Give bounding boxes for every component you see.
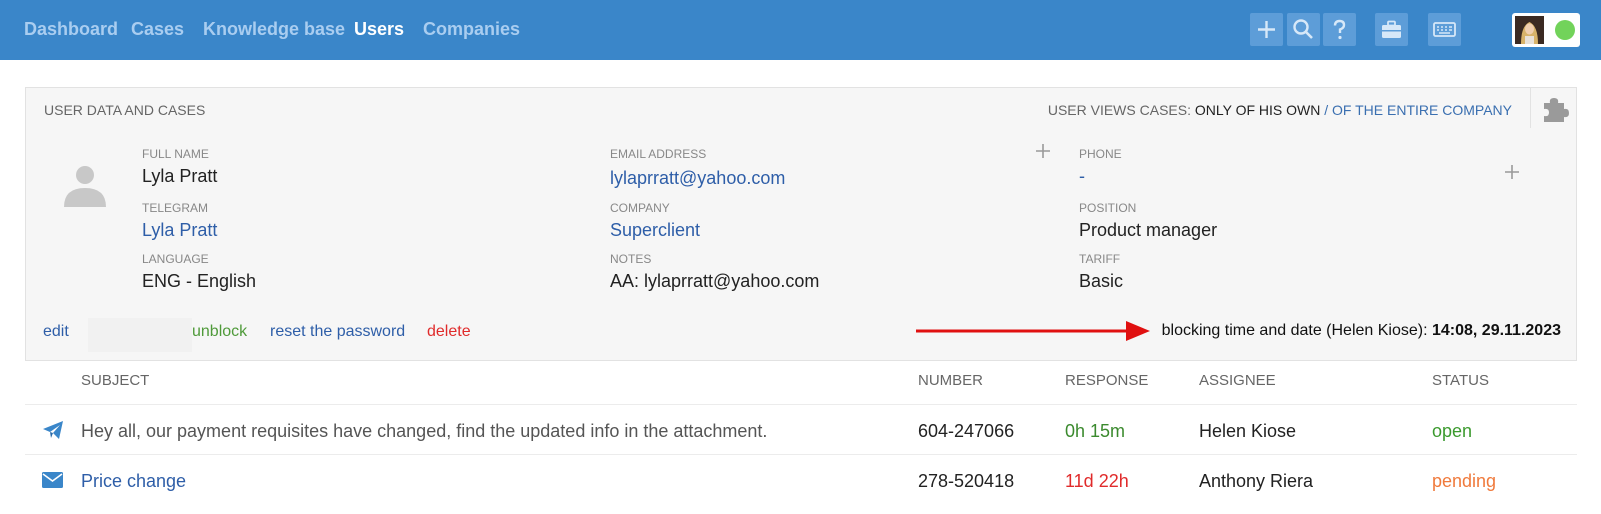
row-subject[interactable]: Price change xyxy=(81,471,186,492)
nav-knowledge-base[interactable]: Knowledge base xyxy=(203,19,345,40)
nav-cases[interactable]: Cases xyxy=(131,19,184,40)
col-header-subject[interactable]: SUBJECT xyxy=(81,372,149,389)
empty-action-slot xyxy=(88,318,192,352)
full-name-label: FULL NAME xyxy=(142,147,209,161)
views-company-option[interactable]: OF THE ENTIRE COMPANY xyxy=(1332,102,1512,118)
language-value: ENG - English xyxy=(142,271,257,291)
reset-password-link[interactable]: reset the password xyxy=(270,323,405,341)
col-header-assignee[interactable]: ASSIGNEE xyxy=(1199,372,1276,389)
phone-label: PHONE xyxy=(1079,147,1122,161)
telegram-icon xyxy=(42,420,64,445)
briefcase-button[interactable] xyxy=(1375,13,1408,46)
keyboard-button[interactable] xyxy=(1428,13,1461,46)
briefcase-icon xyxy=(1382,20,1401,38)
blocking-datetime: 14:08, 29.11.2023 xyxy=(1431,322,1561,339)
views-label: USER VIEWS CASES: xyxy=(1047,102,1191,118)
search-icon xyxy=(1293,19,1313,39)
red-arrow-annotation xyxy=(916,318,1152,349)
row-subject[interactable]: Hey all, our payment requisites have cha… xyxy=(81,421,767,442)
col-header-status[interactable]: STATUS xyxy=(1432,372,1489,389)
col-header-number[interactable]: NUMBER xyxy=(918,372,983,389)
add-button[interactable] xyxy=(1250,13,1283,46)
envelope-icon xyxy=(42,472,63,493)
blocking-info: blocking time and date (Helen Kiose): 14… xyxy=(1162,322,1561,340)
nav-dashboard[interactable]: Dashboard xyxy=(24,19,118,40)
table-divider xyxy=(25,404,1577,405)
row-assignee: Anthony Riera xyxy=(1199,471,1314,491)
unblock-link[interactable]: unblock xyxy=(192,323,247,341)
help-icon xyxy=(1333,19,1346,40)
plugins-button[interactable] xyxy=(1530,88,1576,128)
panel-title: USER DATA AND CASES xyxy=(44,102,206,118)
col-header-response[interactable]: RESPONSE xyxy=(1065,372,1148,389)
user-menu[interactable] xyxy=(1512,13,1580,47)
phone-value[interactable]: - xyxy=(1079,166,1085,187)
plus-icon xyxy=(1258,21,1275,38)
position-value: Product manager xyxy=(1079,220,1218,240)
top-navbar: Dashboard Cases Knowledge base Users Com… xyxy=(0,0,1601,60)
help-button[interactable] xyxy=(1323,13,1356,46)
row-number: 604-247066 xyxy=(918,421,1015,441)
row-status: pending xyxy=(1432,471,1497,491)
user-data-panel: USER DATA AND CASES USER VIEWS CASES: ON… xyxy=(25,87,1577,361)
add-phone-button[interactable] xyxy=(1504,164,1520,180)
company-link[interactable]: Superclient xyxy=(610,220,700,241)
email-label: EMAIL ADDRESS xyxy=(610,147,707,161)
tariff-value: Basic xyxy=(1079,271,1124,291)
full-name-value: Lyla Pratt xyxy=(142,166,218,186)
language-label: LANGUAGE xyxy=(142,252,209,266)
online-status-icon xyxy=(1555,20,1575,40)
tariff-label: TARIFF xyxy=(1079,252,1121,266)
nav-companies[interactable]: Companies xyxy=(423,19,520,40)
plus-icon xyxy=(1036,144,1050,158)
notes-value: AA: lylaprratt@yahoo.com xyxy=(610,271,820,291)
email-link[interactable]: lylaprratt@yahoo.com xyxy=(610,168,785,189)
row-number: 278-520418 xyxy=(918,471,1015,491)
keyboard-icon xyxy=(1433,22,1456,37)
table-divider xyxy=(25,454,1577,455)
puzzle-icon xyxy=(1544,98,1569,122)
telegram-label: TELEGRAM xyxy=(142,201,209,215)
company-label: COMPANY xyxy=(610,201,670,215)
search-button[interactable] xyxy=(1287,13,1320,46)
avatar xyxy=(1515,16,1544,44)
row-assignee: Helen Kiose xyxy=(1199,421,1297,441)
row-response: 0h 15m xyxy=(1065,421,1126,441)
blocking-label: blocking time and date (Helen Kiose): xyxy=(1161,322,1428,339)
user-avatar-placeholder-icon xyxy=(62,161,108,207)
delete-link[interactable]: delete xyxy=(427,323,471,341)
nav-users[interactable]: Users xyxy=(354,19,404,40)
views-own-option[interactable]: ONLY OF HIS OWN xyxy=(1195,102,1321,118)
position-label: POSITION xyxy=(1079,201,1137,215)
row-response: 11d 22h xyxy=(1065,471,1129,491)
row-status: open xyxy=(1432,421,1473,441)
views-separator: / xyxy=(1324,102,1329,118)
views-cases-setting: USER VIEWS CASES: ONLY OF HIS OWN / OF T… xyxy=(1048,102,1512,118)
telegram-link[interactable]: Lyla Pratt xyxy=(142,220,217,241)
add-email-button[interactable] xyxy=(1035,143,1051,159)
notes-label: NOTES xyxy=(610,252,652,266)
plus-icon xyxy=(1505,165,1519,179)
edit-link[interactable]: edit xyxy=(43,323,69,341)
